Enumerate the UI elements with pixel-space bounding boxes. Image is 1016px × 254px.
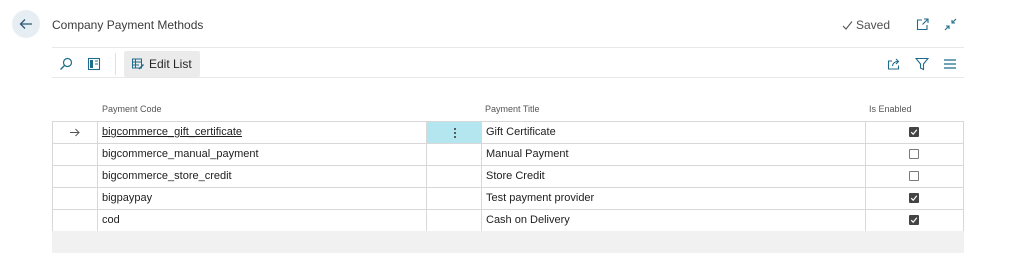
is-enabled-checkbox[interactable] bbox=[909, 127, 919, 137]
search-button[interactable] bbox=[58, 56, 74, 72]
table-row[interactable]: bigcommerce_gift_certificate Gift Certif… bbox=[52, 122, 964, 144]
table-row[interactable]: bigpaypay Test payment provider bbox=[52, 188, 964, 210]
open-in-new-window-icon bbox=[916, 17, 929, 30]
payment-title-cell[interactable]: Store Credit bbox=[486, 166, 545, 187]
cell-divider bbox=[97, 144, 98, 165]
search-icon bbox=[60, 57, 73, 70]
filter-button[interactable] bbox=[914, 56, 930, 72]
filter-pane-button[interactable] bbox=[86, 56, 102, 72]
row-arrow-icon bbox=[69, 122, 80, 143]
payment-title-cell[interactable]: Gift Certificate bbox=[486, 122, 556, 143]
is-enabled-checkbox[interactable] bbox=[909, 149, 919, 159]
more-options-icon bbox=[453, 127, 456, 138]
edit-list-label: Edit List bbox=[149, 57, 192, 71]
open-in-new-window-button[interactable] bbox=[914, 16, 930, 32]
column-header-is-enabled[interactable]: Is Enabled bbox=[869, 104, 912, 114]
is-enabled-checkbox[interactable] bbox=[909, 193, 919, 203]
page-title: Company Payment Methods bbox=[52, 18, 204, 32]
cell-divider bbox=[865, 210, 866, 231]
column-header-payment-title[interactable]: Payment Title bbox=[485, 104, 540, 114]
cell-divider bbox=[426, 166, 427, 187]
table-row[interactable]: cod Cash on Delivery bbox=[52, 210, 964, 232]
table-row[interactable]: bigcommerce_manual_payment Manual Paymen… bbox=[52, 144, 964, 166]
cell-divider bbox=[481, 144, 482, 165]
cell-divider bbox=[865, 166, 866, 187]
payment-title-cell[interactable]: Test payment provider bbox=[486, 188, 594, 209]
filter-pane-icon bbox=[87, 57, 101, 71]
back-button[interactable] bbox=[12, 10, 40, 38]
share-icon bbox=[887, 58, 900, 70]
cell-divider bbox=[865, 144, 866, 165]
cell-divider bbox=[481, 210, 482, 231]
toolbar-separator bbox=[115, 53, 116, 75]
filter-icon bbox=[915, 57, 929, 71]
header-divider bbox=[52, 47, 964, 48]
cell-divider bbox=[865, 188, 866, 209]
row-more-options-button[interactable] bbox=[427, 122, 482, 143]
cell-divider bbox=[481, 188, 482, 209]
is-enabled-checkbox[interactable] bbox=[909, 215, 919, 225]
list-view-icon bbox=[944, 59, 956, 69]
action-toolbar: Edit List bbox=[52, 50, 964, 78]
share-button[interactable] bbox=[886, 56, 902, 72]
collapse-icon bbox=[944, 18, 956, 30]
payment-code-cell[interactable]: bigcommerce_store_credit bbox=[102, 166, 232, 187]
cell-divider bbox=[97, 122, 98, 143]
check-icon bbox=[842, 20, 853, 30]
saved-label: Saved bbox=[856, 18, 891, 32]
list-view-button[interactable] bbox=[942, 56, 958, 72]
check-icon bbox=[910, 195, 918, 202]
cell-divider bbox=[97, 166, 98, 187]
payment-title-cell[interactable]: Cash on Delivery bbox=[486, 210, 570, 231]
cell-divider bbox=[481, 166, 482, 187]
table-footer-area bbox=[52, 231, 964, 253]
table-body: bigcommerce_gift_certificate Gift Certif… bbox=[52, 121, 964, 232]
cell-divider bbox=[97, 188, 98, 209]
cell-divider bbox=[865, 122, 866, 143]
payment-title-cell[interactable]: Manual Payment bbox=[486, 144, 569, 165]
cell-divider bbox=[97, 210, 98, 231]
is-enabled-checkbox[interactable] bbox=[909, 171, 919, 181]
check-icon bbox=[910, 217, 918, 224]
cell-divider bbox=[426, 210, 427, 231]
cell-divider bbox=[426, 144, 427, 165]
cell-divider bbox=[426, 188, 427, 209]
collapse-button[interactable] bbox=[942, 16, 958, 32]
payment-code-cell[interactable]: cod bbox=[102, 210, 120, 231]
check-icon bbox=[910, 129, 918, 136]
toolbar-divider bbox=[52, 77, 964, 78]
payment-code-cell[interactable]: bigpaypay bbox=[102, 188, 152, 209]
table-row[interactable]: bigcommerce_store_credit Store Credit bbox=[52, 166, 964, 188]
arrow-left-icon bbox=[19, 19, 32, 29]
edit-list-button[interactable]: Edit List bbox=[124, 51, 200, 77]
edit-list-icon bbox=[132, 58, 144, 70]
payment-code-cell[interactable]: bigcommerce_manual_payment bbox=[102, 144, 259, 165]
payment-code-cell[interactable]: bigcommerce_gift_certificate bbox=[102, 122, 242, 143]
column-header-payment-code[interactable]: Payment Code bbox=[102, 104, 162, 114]
saved-status: Saved bbox=[842, 18, 890, 32]
